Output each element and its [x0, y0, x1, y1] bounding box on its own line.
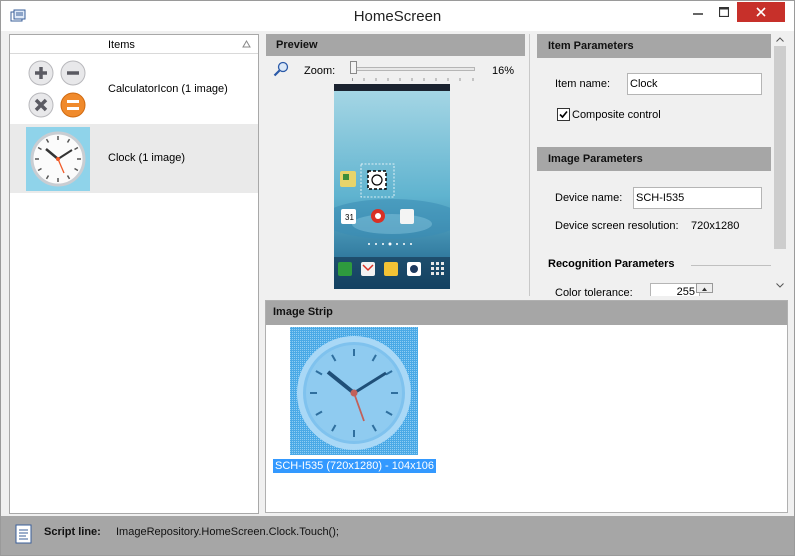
recognition-parameters-header: Recognition Parameters: [548, 258, 675, 270]
scrollbar-thumb[interactable]: [774, 46, 786, 249]
image-strip-panel: Image Strip SCH-I535 (720x1280) - 104x10…: [265, 300, 788, 513]
vertical-splitter[interactable]: [529, 34, 530, 296]
zoom-slider-thumb[interactable]: [350, 61, 357, 74]
close-button[interactable]: [737, 2, 785, 22]
clock-image-thumbnail[interactable]: [290, 327, 418, 455]
window-title: HomeScreen: [353, 8, 442, 25]
device-name-label: Device name:: [555, 192, 623, 204]
minimize-button[interactable]: [685, 2, 711, 22]
app-row: 31: [341, 209, 414, 224]
color-tolerance-label: Color tolerance:: [555, 287, 633, 296]
script-line-label: Script line:: [44, 526, 101, 538]
scroll-down-icon[interactable]: [776, 283, 784, 288]
home-widget-icon: [340, 171, 356, 187]
maximize-button[interactable]: [711, 2, 737, 22]
composite-control-label[interactable]: Composite control: [572, 109, 661, 121]
zoom-value: 16%: [492, 65, 515, 77]
list-item-label: CalculatorIcon (1 image): [108, 83, 228, 95]
color-tolerance-input[interactable]: 255: [650, 283, 700, 296]
items-column-header[interactable]: Items: [10, 35, 258, 54]
spin-up-icon: [702, 287, 707, 291]
list-item-calculator-icon[interactable]: CalculatorIcon (1 image): [10, 55, 258, 124]
checkmark-icon: [559, 110, 568, 119]
screen-resolution-value: 720x1280: [691, 220, 740, 232]
preview-header: Preview: [266, 34, 525, 56]
clock-icon: [26, 127, 90, 191]
script-icon: [15, 524, 32, 544]
status-bar: Script line: ImageRepository.HomeScreen.…: [1, 516, 794, 555]
maximize-icon: [719, 7, 729, 17]
app-window: HomeScreen Items CalculatorIcon (1 image…: [0, 0, 795, 556]
image-strip-header: Image Strip: [266, 301, 787, 325]
close-icon: [756, 7, 766, 17]
zoom-icon[interactable]: [273, 61, 289, 77]
items-header-label: Items: [108, 39, 135, 51]
parameters-scrollbar[interactable]: [772, 34, 788, 296]
scroll-up-icon[interactable]: [776, 37, 784, 42]
svg-text:31: 31: [345, 213, 354, 222]
script-line-value: ImageRepository.HomeScreen.Clock.Touch()…: [116, 526, 339, 538]
preview-panel: Preview Zoom: 16% 31: [266, 34, 526, 296]
sort-ascending-icon: [242, 40, 251, 48]
image-caption[interactable]: SCH-I535 (720x1280) - 104x106: [273, 459, 436, 473]
composite-control-checkbox[interactable]: [557, 108, 570, 121]
zoom-label: Zoom:: [304, 65, 336, 77]
list-item-clock[interactable]: Clock (1 image): [10, 124, 258, 193]
color-tolerance-spin-up[interactable]: [696, 283, 713, 293]
item-name-input[interactable]: Clock: [627, 73, 762, 95]
zoom-slider-ticks: [352, 78, 474, 81]
dock: [334, 257, 450, 289]
items-panel: Items CalculatorIcon (1 image) Clock (1 …: [9, 34, 259, 514]
device-screenshot-preview: 31: [334, 84, 450, 289]
image-parameters-header: Image Parameters: [537, 147, 771, 171]
list-item-label: Clock (1 image): [108, 152, 186, 164]
screen-resolution-label: Device screen resolution:: [555, 220, 679, 232]
section-divider: [691, 265, 771, 266]
zoom-slider-track[interactable]: [350, 67, 475, 71]
item-parameters-header: Item Parameters: [537, 34, 771, 58]
device-name-input[interactable]: SCH-I535: [633, 187, 762, 209]
item-name-label: Item name:: [555, 78, 611, 90]
minimize-icon: [693, 13, 703, 15]
title-bar: HomeScreen: [1, 1, 794, 31]
parameters-panel: Item Parameters Item name: Clock Composi…: [537, 34, 787, 296]
calculator-icon: [28, 60, 86, 118]
